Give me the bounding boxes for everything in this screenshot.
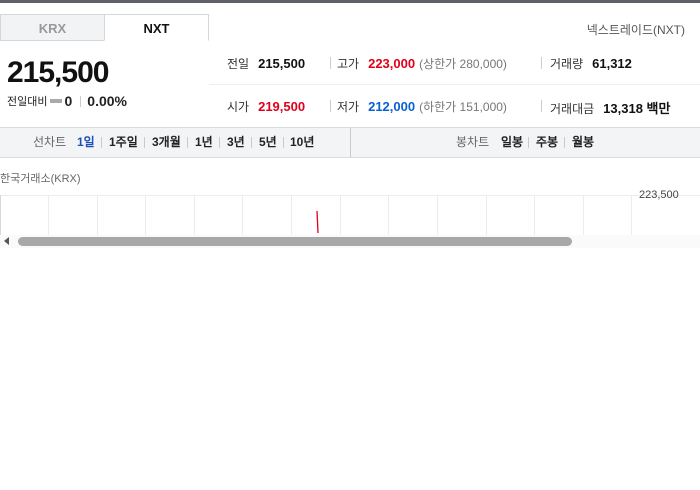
info-turnover: 거래대금 13,318 백만 (550, 101, 671, 116)
price-line (316, 210, 319, 234)
column-divider (330, 57, 331, 69)
info-open: 시가 219,500 (227, 99, 306, 114)
chart-vertical-gridlines (48, 195, 632, 235)
flat-icon (50, 99, 63, 103)
info-low: 저가 212,000 (하한가 151,000) (337, 99, 507, 114)
period-1d[interactable]: 1일 (77, 128, 95, 157)
candle-daily[interactable]: 일봉 (501, 128, 523, 157)
top-border (0, 0, 700, 3)
info-volume: 거래량 61,312 (550, 56, 632, 71)
tab-nxt[interactable]: NXT (104, 14, 209, 41)
tab-krx[interactable]: KRX (0, 14, 105, 41)
period-1y[interactable]: 1년 (195, 128, 213, 157)
column-divider (541, 57, 542, 69)
row-divider (209, 84, 700, 85)
divider (283, 137, 284, 148)
line-chart-label: 선차트 (33, 135, 67, 149)
period-1w[interactable]: 1주일 (109, 128, 138, 157)
divider (564, 137, 565, 148)
divider (219, 137, 220, 148)
price-change-row: 전일대비 0 0.00% (7, 93, 127, 109)
info-high: 고가 223,000 (상한가 280,000) (337, 56, 507, 71)
candle-monthly[interactable]: 월봉 (572, 128, 594, 157)
market-label: 넥스트레이드(NXT) (586, 23, 685, 37)
candle-weekly[interactable]: 주봉 (536, 128, 558, 157)
divider (251, 137, 252, 148)
column-divider (330, 100, 331, 112)
scrollbar-thumb[interactable] (18, 237, 572, 246)
divider (101, 137, 102, 148)
period-5y[interactable]: 5년 (259, 128, 277, 157)
period-3m[interactable]: 3개월 (152, 128, 181, 157)
chart-toolbar: 선차트 1일 1주일 3개월 1년 3년 5년 10년 봉차트 일봉 주봉 월봉 (0, 127, 700, 158)
change-label: 전일대비 (7, 96, 48, 108)
period-10y[interactable]: 10년 (290, 128, 314, 157)
column-divider (541, 100, 542, 112)
scroll-left-icon[interactable] (4, 237, 9, 245)
chart-exchange-label: 한국거래소(KRX) (0, 173, 81, 185)
candle-chart-label: 봉차트 (456, 135, 490, 149)
period-3y[interactable]: 3년 (227, 128, 245, 157)
current-price: 215,500 (7, 56, 109, 89)
divider (187, 137, 188, 148)
price-chart[interactable] (0, 195, 700, 235)
divider (80, 95, 82, 107)
info-prev-close: 전일 215,500 (227, 56, 306, 71)
divider (144, 137, 145, 148)
change-percent: 0.00% (87, 93, 127, 109)
change-value: 0 (64, 93, 73, 109)
y-tick-label: 223,500 (639, 189, 679, 201)
toolbar-divider (350, 128, 351, 157)
divider (528, 137, 529, 148)
